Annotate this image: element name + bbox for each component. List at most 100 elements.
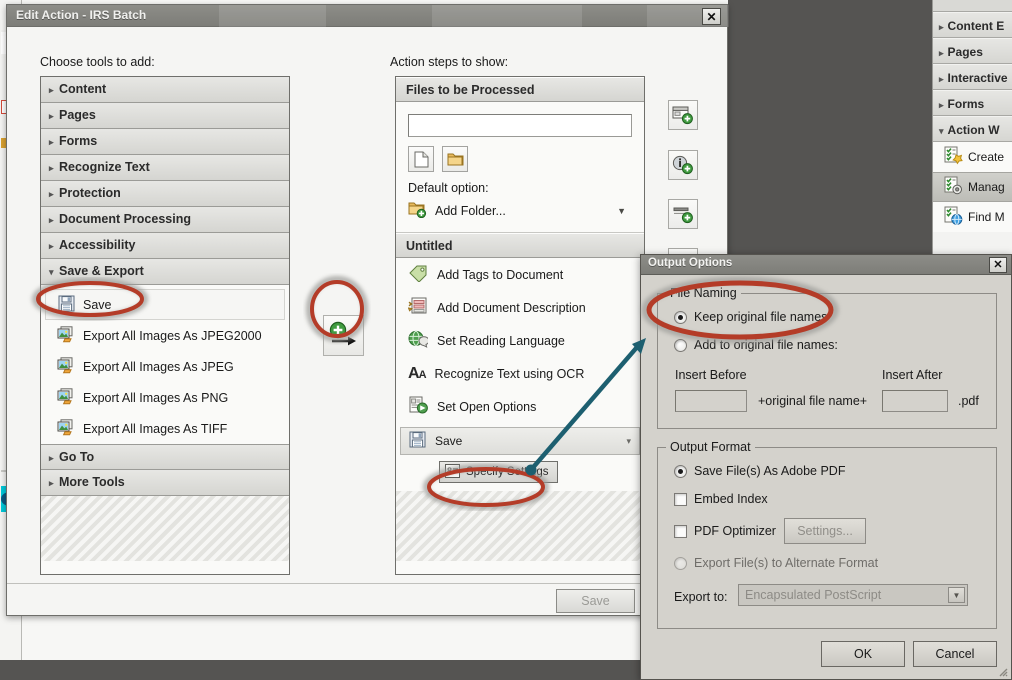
info-plus-icon (672, 155, 693, 175)
chevron-right-icon: ▸ (49, 111, 54, 121)
insert-before-input[interactable] (675, 390, 747, 412)
export-alternate-format-option[interactable]: Export File(s) to Alternate Format (674, 556, 878, 570)
tool-category-forms[interactable]: ▸ Forms (41, 129, 289, 155)
tool-item-export-png[interactable]: Export All Images As PNG (41, 382, 289, 413)
sidebar-item-pages[interactable]: ▸ Pages (933, 38, 1012, 64)
checkbox-icon[interactable] (674, 492, 687, 506)
output-format-group-title: Output Format (666, 440, 755, 454)
add-step-button[interactable] (323, 315, 364, 356)
output-options-title: Output Options (648, 257, 733, 269)
divider-plus-icon (673, 207, 693, 224)
edit-action-titlebar[interactable]: Edit Action - IRS Batch ✕ (7, 5, 729, 27)
resize-grip-icon[interactable] (996, 665, 1008, 677)
specify-settings-button[interactable]: 8 Specify Settings (439, 461, 559, 483)
action-step-save-group: Save ▾ 8 Specify Settings (396, 423, 644, 491)
action-wizard-item-create[interactable]: Create (933, 142, 1012, 172)
tool-category-content[interactable]: ▸ Content (41, 77, 289, 103)
insert-after-label: Insert After (882, 368, 943, 382)
tool-category-go-to[interactable]: ▸ Go To (41, 444, 289, 470)
export-to-dropdown[interactable]: Encapsulated PostScript ▼ (738, 584, 968, 606)
screen-root: ✖ ▸Content E ▸Pages ▸Interactive ▸Forms … (0, 0, 1012, 680)
svg-text:8: 8 (447, 466, 452, 476)
sidebar-item-forms[interactable]: ▸ Forms (933, 90, 1012, 116)
chevron-down-icon: ▾ (626, 435, 631, 446)
keep-original-file-names-option[interactable]: Keep original file names (674, 310, 827, 324)
default-option-value: Add Folder... (435, 204, 506, 218)
floppy-disk-icon (58, 295, 75, 315)
chevron-right-icon: ▸ (49, 215, 54, 225)
action-wizard-item-list: Create Manag Find M (933, 142, 1012, 232)
add-instruction-button[interactable] (668, 150, 698, 180)
save-button[interactable]: Save (556, 589, 635, 613)
export-images-icon (57, 387, 75, 408)
action-step-add-tags[interactable]: Add Tags to Document (396, 258, 644, 291)
action-step-add-document-description[interactable]: Add Document Description (396, 291, 644, 324)
close-icon[interactable]: ✕ (702, 8, 721, 25)
radio-icon[interactable] (674, 338, 687, 352)
close-icon[interactable]: ✕ (989, 257, 1007, 273)
add-folder-button[interactable] (442, 146, 468, 172)
tool-item-export-jpeg[interactable]: Export All Images As JPEG (41, 351, 289, 382)
action-wizard-item-manage[interactable]: Manag (933, 172, 1012, 202)
tool-category-document-processing[interactable]: ▸ Document Processing (41, 207, 289, 233)
action-step-label: Recognize Text using OCR (434, 366, 585, 381)
chevron-down-icon[interactable]: ▼ (948, 587, 965, 603)
checkbox-icon[interactable] (674, 524, 687, 538)
action-step-set-open-options[interactable]: Set Open Options (396, 390, 644, 423)
open-options-icon (408, 396, 428, 417)
action-step-label: Add Document Description (437, 300, 586, 315)
default-option-dropdown[interactable]: Add Folder... ▼ (408, 200, 632, 222)
add-panel-button[interactable] (668, 100, 698, 130)
tool-category-accessibility[interactable]: ▸ Accessibility (41, 233, 289, 259)
radio-icon[interactable] (674, 556, 687, 570)
action-step-label: Set Reading Language (437, 333, 565, 348)
add-divider-button[interactable] (668, 199, 698, 229)
save-as-adobe-pdf-option[interactable]: Save File(s) As Adobe PDF (674, 464, 845, 478)
add-file-button[interactable] (408, 146, 434, 172)
chevron-down-icon: ▾ (49, 267, 54, 277)
cancel-button[interactable]: Cancel (913, 641, 997, 667)
chevron-right-icon: ▸ (49, 241, 54, 251)
tag-icon (408, 264, 428, 285)
tool-item-save[interactable]: Save (45, 289, 285, 320)
untitled-section-header: Untitled (396, 233, 644, 258)
add-to-original-file-names-option[interactable]: Add to original file names: (674, 338, 838, 352)
output-options-titlebar[interactable]: Output Options ✕ (641, 255, 1011, 275)
action-wizard-item-label: Find M (968, 210, 1005, 224)
export-images-icon (57, 325, 75, 346)
tool-category-protection[interactable]: ▸ Protection (41, 181, 289, 207)
radio-icon[interactable] (674, 310, 687, 324)
optimizer-settings-button[interactable]: Settings... (784, 518, 866, 544)
sidebar-item-action-wizard[interactable]: ▾ Action W (933, 116, 1012, 142)
chevron-right-icon: ▸ (939, 22, 944, 32)
action-step-save[interactable]: Save ▾ (400, 427, 640, 455)
tool-category-more-tools[interactable]: ▸ More Tools (41, 470, 289, 496)
action-step-set-reading-language[interactable]: Set Reading Language (396, 324, 644, 357)
tool-category-recognize-text[interactable]: ▸ Recognize Text (41, 155, 289, 181)
insert-after-input[interactable] (882, 390, 948, 412)
action-step-list: Add Tags to Document Add Document Descri… (396, 258, 644, 423)
tool-item-export-jpeg2000[interactable]: Export All Images As JPEG2000 (41, 320, 289, 351)
add-to-original-file-names-label: Add to original file names: (694, 338, 838, 352)
find-more-icon (943, 206, 963, 229)
sidebar-item-content-editing[interactable]: ▸ Content E (933, 12, 1012, 38)
action-step-recognize-text-ocr[interactable]: AA Recognize Text using OCR (396, 357, 644, 390)
action-wizard-item-find-more[interactable]: Find M (933, 202, 1012, 232)
tool-item-export-tiff[interactable]: Export All Images As TIFF (41, 413, 289, 444)
embed-index-option[interactable]: Embed Index (674, 492, 768, 506)
pdf-optimizer-option[interactable]: PDF Optimizer (674, 524, 776, 538)
file-naming-group-title: File Naming (666, 286, 741, 300)
chevron-right-icon: ▸ (939, 48, 944, 58)
folder-icon (447, 153, 463, 165)
create-action-icon (943, 146, 963, 169)
files-input[interactable] (408, 114, 632, 137)
tool-item-label: Export All Images As JPEG (83, 359, 234, 374)
tool-category-pages[interactable]: ▸ Pages (41, 103, 289, 129)
files-to-be-processed-header: Files to be Processed (396, 77, 644, 102)
ok-button[interactable]: OK (821, 641, 905, 667)
add-folder-icon (408, 201, 427, 221)
insert-before-label: Insert Before (675, 368, 747, 382)
sidebar-item-interactive-objects[interactable]: ▸ Interactive (933, 64, 1012, 90)
tool-category-save-and-export[interactable]: ▾ Save & Export (41, 259, 289, 285)
radio-icon[interactable] (674, 464, 687, 478)
